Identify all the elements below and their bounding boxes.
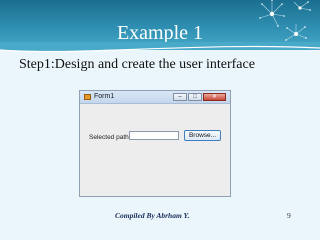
close-button[interactable]: ✕: [203, 93, 226, 101]
form-title: Form1: [94, 93, 115, 100]
selected-path-label: Selected path: [89, 134, 129, 141]
maximize-button[interactable]: □: [188, 93, 202, 101]
footer-credit: Compiled By Abrham Y.: [115, 211, 190, 220]
form-window[interactable]: Form1 – □ ✕ Selected path Browse...: [79, 90, 231, 197]
browse-button[interactable]: Browse...: [184, 130, 221, 141]
page-number: 9: [287, 211, 291, 220]
minimize-button[interactable]: –: [173, 93, 187, 101]
selected-path-input[interactable]: [129, 131, 179, 140]
step-description: Step1:Design and create the user interfa…: [19, 57, 255, 72]
form-titlebar[interactable]: Form1 – □ ✕: [80, 91, 230, 104]
form-app-icon: [84, 94, 91, 100]
header-wave: [0, 42, 320, 53]
